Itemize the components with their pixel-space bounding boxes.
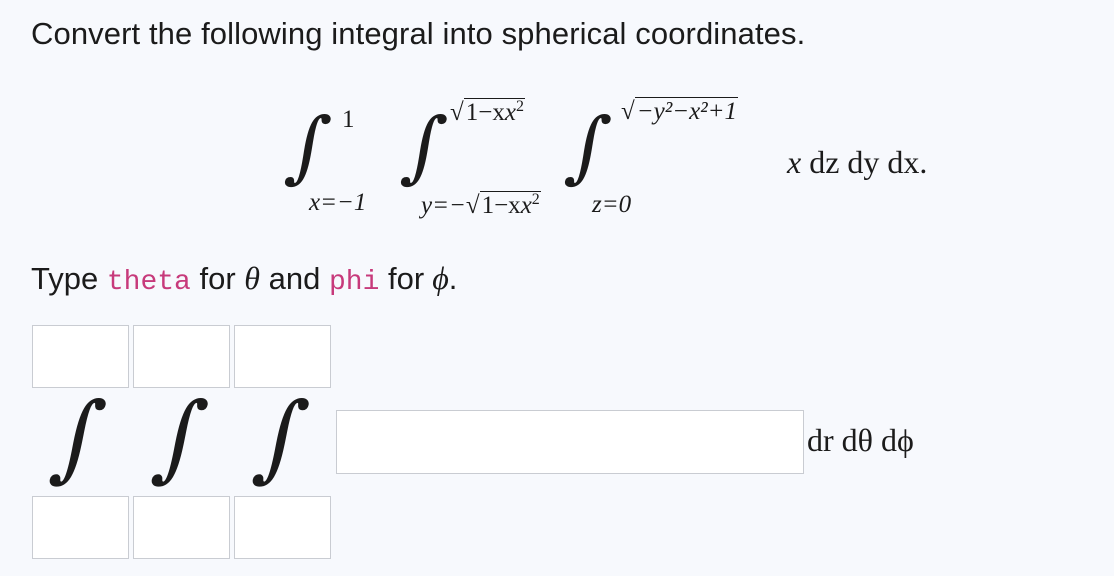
instruction-line: Type theta for θ and phi for ϕ. <box>31 260 458 298</box>
answer-differentials: dr dθ dϕ <box>807 422 914 458</box>
phi-code: phi <box>329 267 380 298</box>
inner-upper-limit: √−y²−x²+1 <box>621 97 739 125</box>
integrand-input[interactable] <box>336 410 804 474</box>
lower-limit-input-1[interactable] <box>32 496 129 559</box>
lower-limit-input-3[interactable] <box>234 496 331 559</box>
lower-limit-input-2[interactable] <box>133 496 230 559</box>
integrand: x dz dy dx. <box>787 144 927 181</box>
middle-lower-limit: y=−√1−xx2 <box>421 191 541 219</box>
inner-lower-limit: z=0 <box>592 191 632 218</box>
answer-integral-sign-3: ∫ <box>248 382 315 493</box>
upper-limit-input-1[interactable] <box>32 325 129 388</box>
upper-limit-input-2[interactable] <box>133 325 230 388</box>
inner-integral-sign: ∫ <box>561 102 615 192</box>
phi-symbol: ϕ <box>432 260 449 296</box>
outer-integral-sign: ∫ <box>281 102 335 192</box>
theta-symbol: θ <box>244 260 261 296</box>
theta-code: theta <box>106 267 191 298</box>
middle-integral-sign: ∫ <box>397 102 451 192</box>
middle-upper-limit: √1−xx2 <box>450 98 525 126</box>
answer-integral-sign-2: ∫ <box>147 382 214 493</box>
outer-upper-limit: 1 <box>342 106 355 133</box>
outer-lower-limit: x=−1 <box>309 189 367 216</box>
question-prompt: Convert the following integral into sphe… <box>31 16 806 51</box>
integrand-variable: x <box>787 144 802 180</box>
answer-integral-sign-1: ∫ <box>45 382 112 493</box>
integrand-differentials: dz dy dx. <box>809 144 928 180</box>
upper-limit-input-3[interactable] <box>234 325 331 388</box>
